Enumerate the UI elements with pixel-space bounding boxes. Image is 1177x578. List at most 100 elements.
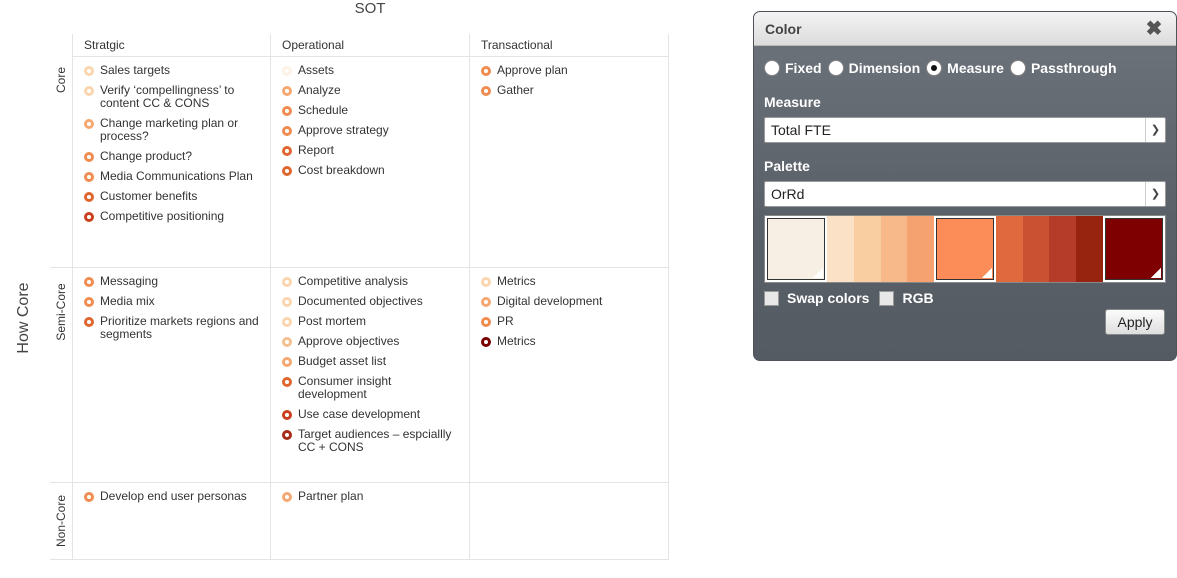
radio-dimension[interactable]: Dimension [827,60,921,76]
list-item-label: Verify ‘compellingness’ to content CC & … [100,83,235,110]
list-item: Competitive positioning [84,210,264,223]
radio-passthrough[interactable]: Passthrough [1009,60,1117,76]
list-item: Develop end user personas [84,490,264,503]
ring-dot-icon [282,492,292,502]
list-item: Digital development [481,295,663,308]
list-item-label: Change product? [100,149,193,163]
measure-select[interactable]: Total FTE ❯ [764,117,1166,143]
column-header: Stratgic [84,38,125,52]
color-panel: Color ✖ Fixed Dimension Measure Passthrough… [753,11,1177,361]
list-item-label: Prioritize markets regions and segments [100,314,259,341]
list-item-label: Media Communications Plan [100,169,253,183]
ring-dot-icon [282,317,292,327]
list-item-label: Sales targets [100,63,171,77]
palette-swatch [1049,216,1076,282]
radio-fixed[interactable]: Fixed [764,60,822,76]
panel-title: Color [765,21,802,37]
ring-dot-icon [84,492,94,502]
list-item: Sales targets [84,64,264,77]
ring-dot-icon [282,377,292,387]
y-axis-label: How Core [15,282,32,354]
color-mode-radios: Fixed Dimension Measure Passthrough [764,60,1123,76]
list-item: Prioritize markets regions and segments [84,315,264,341]
ring-dot-icon [282,337,292,347]
ring-dot-icon [84,66,94,76]
matrix-title: SOT [354,0,386,17]
list-item: Cost breakdown [282,164,463,177]
ring-dot-icon [84,192,94,202]
row-label-text: Non-Core [54,494,68,548]
matrix-cell: Develop end user personas [72,482,270,560]
list-item: Approve plan [481,64,663,77]
list-item: Analyze [282,84,463,97]
radio-circle-icon[interactable] [1009,60,1026,76]
list-item-label: Partner plan [298,489,364,503]
ring-dot-icon [84,119,94,129]
list-item-label: Metrics [497,334,536,348]
radio-measure[interactable]: Measure [926,60,1004,76]
list-item: Messaging [84,275,264,288]
radio-label: Fixed [785,60,822,76]
palette-swatches [764,215,1166,283]
row-label: Core [50,56,72,267]
radio-circle-icon[interactable] [764,60,780,76]
list-item-label: Metrics [497,274,536,288]
list-item: Change product? [84,150,264,163]
chevron-down-icon[interactable]: ❯ [1145,182,1165,206]
ring-dot-icon [84,172,94,182]
list-item-label: Change marketing plan or process? [100,116,239,143]
list-item: PR [481,315,663,328]
list-item: Media mix [84,295,264,308]
chevron-down-icon[interactable]: ❯ [1145,118,1165,142]
palette-swatch [996,216,1023,282]
row-label-text: Core [54,66,68,94]
list-item: Metrics [481,275,663,288]
row-label: Non-Core [50,482,72,560]
ring-dot-icon [84,277,94,287]
row-label-text: Semi-Core [54,283,68,341]
swap-colors-checkbox[interactable] [764,290,779,306]
rgb-label: RGB [902,290,934,306]
ring-dot-icon [84,297,94,307]
list-item-label: Digital development [497,294,603,308]
radio-circle-icon[interactable] [926,60,943,76]
list-item: Documented objectives [282,295,463,308]
ring-dot-icon [282,410,292,420]
ring-dot-icon [84,317,94,327]
list-item: Consumer insight development [282,375,463,401]
apply-button[interactable]: Apply [1105,309,1165,335]
rgb-checkbox[interactable] [879,290,895,306]
list-item: Verify ‘compellingness’ to content CC & … [84,84,264,110]
swap-colors-label: Swap colors [787,290,870,306]
close-icon[interactable]: ✖ [1144,19,1164,39]
list-item: Report [282,144,463,157]
palette-select[interactable]: OrRd ❯ [764,181,1166,207]
list-item-label: Use case development [298,407,421,421]
list-item-label: Target audiences – espciallly CC + CONS [298,427,452,454]
radio-label: Dimension [848,60,921,76]
color-picker-swatch[interactable] [1102,216,1166,282]
matrix-cell [469,482,669,560]
color-picker-swatch[interactable] [933,216,997,282]
ring-dot-icon [481,86,491,96]
palette-swatch [827,216,855,282]
ring-dot-icon [481,277,491,287]
radio-circle-icon[interactable] [827,60,844,76]
list-item-label: Develop end user personas [100,489,247,503]
list-item: Competitive analysis [282,275,463,288]
list-item-label: Assets [298,63,335,77]
radio-label: Passthrough [1030,60,1117,76]
ring-dot-icon [282,166,292,176]
color-picker-swatch[interactable] [765,216,828,282]
list-item: Schedule [282,104,463,117]
list-item-label: Customer benefits [100,189,198,203]
list-item-label: Approve strategy [298,123,389,137]
ring-dot-icon [282,106,292,116]
ring-dot-icon [282,86,292,96]
list-item-label: Report [298,143,335,157]
list-item: Use case development [282,408,463,421]
list-item: Media Communications Plan [84,170,264,183]
list-item-label: PR [497,314,514,328]
list-item-label: Competitive analysis [298,274,409,288]
list-item: Target audiences – espciallly CC + CONS [282,428,463,454]
